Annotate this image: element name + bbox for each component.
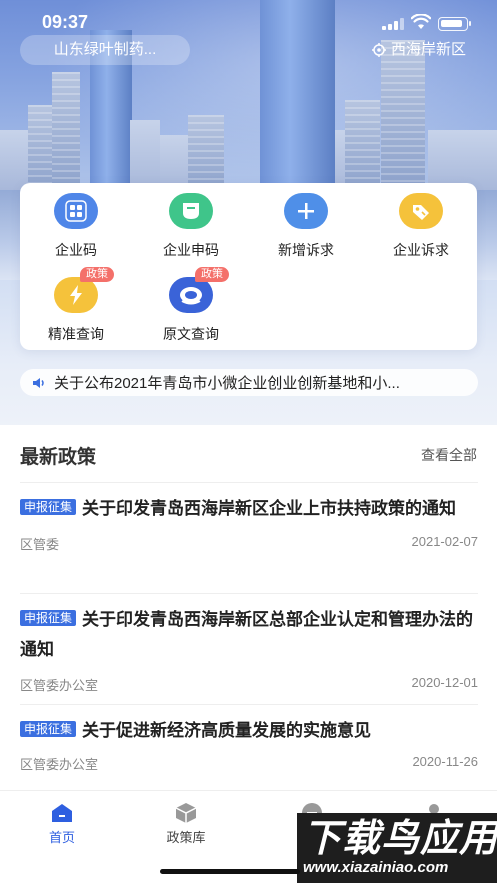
menu-card: 企业码 企业申码 新增诉求 企业诉求 政策 精准查询 政策 原文查询 [20, 183, 477, 350]
status-time: 09:37 [42, 12, 89, 32]
divider [20, 482, 478, 483]
wifi-icon [411, 14, 431, 29]
building [130, 120, 160, 190]
section-title: 最新政策 [20, 447, 97, 468]
home-icon [50, 803, 74, 823]
policy-title: 关于印发青岛西海岸新区企业上市扶持政策的通知 [82, 499, 457, 518]
home-indicator [160, 869, 300, 874]
menu-label: 企业码 [55, 242, 97, 258]
cube-icon [174, 803, 198, 823]
policy-source: 区管委办公室 [20, 757, 99, 772]
menu-item-apply-code[interactable]: 企业申码 [136, 193, 246, 260]
policy-title-line: 申报征集 关于印发青岛西海岸新区企业上市扶持政策的通知 [20, 494, 478, 524]
policy-title: 关于促进新经济高质量发展的实施意见 [82, 721, 372, 740]
policy-item[interactable]: 申报征集 关于印发青岛西海岸新区企业上市扶持政策的通知 区管委 2021-02-0… [20, 494, 478, 553]
watermark: 下载鸟应用 www.xiazainiao.com [297, 813, 497, 883]
menu-item-precise-query[interactable]: 政策 精准查询 [21, 267, 131, 344]
lightning-icon: 政策 [54, 267, 114, 313]
building [160, 135, 188, 190]
policy-tag: 申报征集 [20, 610, 77, 626]
battery-icon [438, 17, 471, 31]
policy-meta: 区管委办公室 2020-11-26 [20, 754, 478, 773]
notice-text: 关于公布2021年青岛市小微企业创业创新基地和小... [54, 375, 400, 392]
policy-badge: 政策 [195, 267, 229, 282]
divider [20, 593, 478, 594]
policy-title-line: 申报征集 关于印发青岛西海岸新区总部企业认定和管理办法的通知 [20, 605, 478, 665]
tab-policy-library[interactable]: 政策库 [141, 803, 231, 846]
policy-meta: 区管委 2021-02-07 [20, 534, 478, 553]
menu-item-new-request[interactable]: 新增诉求 [251, 193, 361, 260]
policy-date: 2021-02-07 [411, 534, 479, 549]
menu-item-enterprise-code[interactable]: 企业码 [21, 193, 131, 260]
building [0, 130, 30, 190]
policy-title-line: 申报征集 关于促进新经济高质量发展的实施意见 [20, 716, 478, 746]
policy-tag: 申报征集 [20, 721, 77, 737]
menu-label: 精准查询 [48, 326, 104, 342]
company-selector[interactable]: 山东绿叶制药... [20, 35, 190, 65]
tab-label: 首页 [48, 830, 75, 845]
document-ring-icon: 政策 [169, 267, 229, 313]
policy-date: 2020-12-01 [411, 675, 479, 690]
watermark-url: www.xiazainiao.com [303, 859, 449, 876]
status-bar: 09:37 [0, 10, 497, 34]
card-icon [169, 193, 213, 229]
plus-icon [284, 193, 328, 229]
menu-item-requests[interactable]: 企业诉求 [366, 193, 476, 260]
building [52, 72, 80, 190]
tag-icon [399, 193, 443, 229]
region-selector[interactable]: 西海岸新区 [372, 40, 466, 60]
policy-date: 2020-11-26 [412, 754, 478, 769]
menu-item-original-query[interactable]: 政策 原文查询 [136, 267, 246, 344]
menu-label: 原文查询 [163, 326, 219, 342]
speaker-icon [33, 377, 44, 388]
tab-label: 政策库 [166, 830, 206, 845]
watermark-title: 下载鸟应用 [303, 818, 497, 860]
menu-label: 企业申码 [163, 242, 219, 258]
policy-item[interactable]: 申报征集 关于促进新经济高质量发展的实施意见 区管委办公室 2020-11-26 [20, 716, 478, 773]
policy-meta: 区管委办公室 2020-12-01 [20, 675, 478, 694]
tab-home[interactable]: 首页 [17, 803, 107, 846]
qr-grid-icon [54, 193, 98, 229]
latest-policies: 最新政策 查看全部 申报征集 关于印发青岛西海岸新区企业上市扶持政策的通知 区管委… [0, 425, 497, 795]
signal-icon [382, 18, 404, 30]
building [381, 40, 425, 190]
menu-label: 企业诉求 [393, 242, 449, 258]
policy-title: 关于印发青岛西海岸新区总部企业认定和管理办法的通知 [20, 610, 474, 659]
policy-badge: 政策 [80, 267, 114, 282]
menu-label: 新增诉求 [278, 242, 334, 258]
location-icon [372, 43, 386, 57]
notice-bar[interactable]: 关于公布2021年青岛市小微企业创业创新基地和小... [20, 369, 478, 396]
building [428, 130, 497, 190]
region-label: 西海岸新区 [391, 41, 467, 58]
see-all-link[interactable]: 查看全部 [421, 445, 477, 465]
policy-item[interactable]: 申报征集 关于印发青岛西海岸新区总部企业认定和管理办法的通知 区管委办公室 202… [20, 605, 478, 694]
policy-source: 区管委办公室 [20, 678, 99, 693]
policy-source: 区管委 [20, 537, 60, 552]
building [28, 105, 54, 190]
policy-tag: 申报征集 [20, 499, 77, 515]
divider [20, 704, 478, 705]
building [345, 100, 380, 190]
building [188, 115, 224, 190]
